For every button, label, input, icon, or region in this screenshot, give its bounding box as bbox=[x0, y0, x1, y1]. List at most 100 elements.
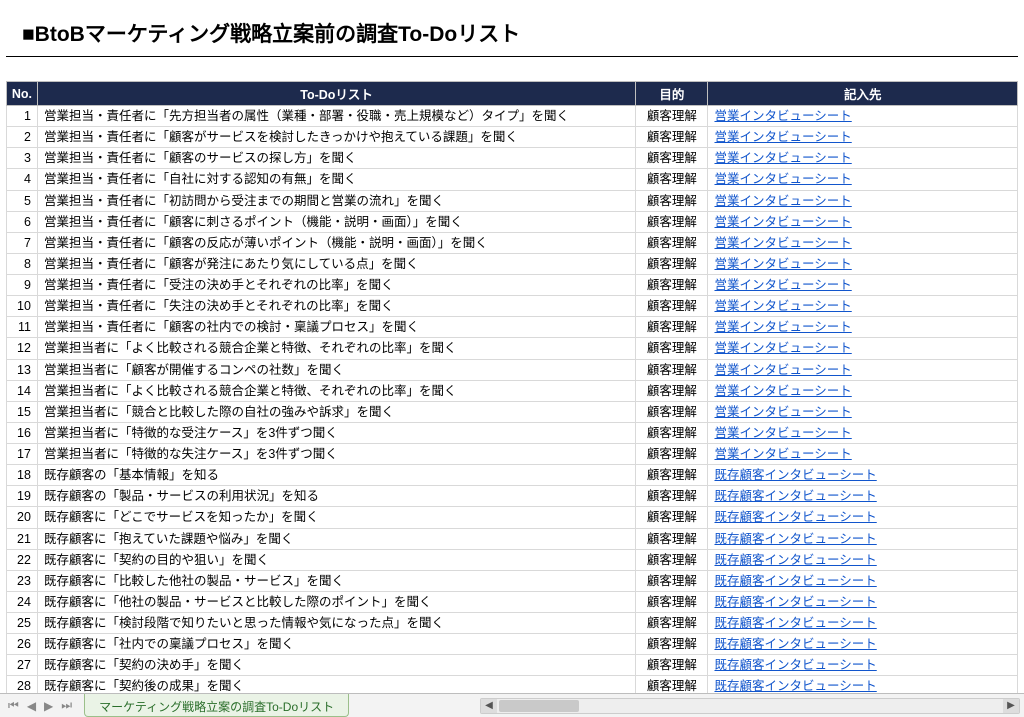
dest-link[interactable]: 既存顧客インタビューシート bbox=[714, 679, 876, 693]
table-row[interactable]: 18既存顧客の「基本情報」を知る顧客理解既存顧客インタビューシート bbox=[7, 465, 1018, 486]
cell-purpose: 顧客理解 bbox=[636, 507, 708, 528]
table-row[interactable]: 17営業担当者に「特徴的な失注ケース」を3件ずつ聞く顧客理解営業インタビューシー… bbox=[7, 444, 1018, 465]
table-row[interactable]: 9営業担当・責任者に「受注の決め手とそれぞれの比率」を聞く顧客理解営業インタビュ… bbox=[7, 275, 1018, 296]
hscroll-left-icon[interactable]: ◀ bbox=[481, 699, 497, 713]
dest-link[interactable]: 営業インタビューシート bbox=[714, 257, 851, 271]
cell-no: 21 bbox=[7, 528, 38, 549]
dest-link[interactable]: 既存顧客インタビューシート bbox=[714, 489, 876, 503]
table-row[interactable]: 4営業担当・責任者に「自社に対する認知の有無」を聞く顧客理解営業インタビューシー… bbox=[7, 169, 1018, 190]
table-row[interactable]: 22既存顧客に「契約の目的や狙い」を聞く顧客理解既存顧客インタビューシート bbox=[7, 549, 1018, 570]
dest-link[interactable]: 既存顧客インタビューシート bbox=[714, 574, 876, 588]
dest-link[interactable]: 既存顧客インタビューシート bbox=[714, 595, 876, 609]
tab-last-icon[interactable]: ⏭ bbox=[59, 698, 74, 713]
cell-purpose: 顧客理解 bbox=[636, 296, 708, 317]
table-row[interactable]: 8営業担当・責任者に「顧客が発注にあたり気にしている点」を聞く顧客理解営業インタ… bbox=[7, 253, 1018, 274]
cell-task: 既存顧客に「社内での稟議プロセス」を聞く bbox=[37, 634, 635, 655]
cell-task: 営業担当・責任者に「受注の決め手とそれぞれの比率」を聞く bbox=[37, 275, 635, 296]
cell-no: 25 bbox=[7, 613, 38, 634]
dest-link[interactable]: 既存顧客インタビューシート bbox=[714, 616, 876, 630]
cell-no: 19 bbox=[7, 486, 38, 507]
hscroll-right-icon[interactable]: ▶ bbox=[1003, 699, 1019, 713]
dest-link[interactable]: 既存顧客インタビューシート bbox=[714, 510, 876, 524]
dest-link[interactable]: 営業インタビューシート bbox=[714, 341, 851, 355]
table-row[interactable]: 27既存顧客に「契約の決め手」を聞く顧客理解既存顧客インタビューシート bbox=[7, 655, 1018, 676]
dest-link[interactable]: 営業インタビューシート bbox=[714, 278, 851, 292]
table-row[interactable]: 5営業担当・責任者に「初訪問から受注までの期間と営業の流れ」を聞く顧客理解営業イ… bbox=[7, 190, 1018, 211]
cell-dest: 営業インタビューシート bbox=[708, 275, 1018, 296]
dest-link[interactable]: 営業インタビューシート bbox=[714, 236, 851, 250]
dest-link[interactable]: 営業インタビューシート bbox=[714, 151, 851, 165]
cell-no: 22 bbox=[7, 549, 38, 570]
table-row[interactable]: 24既存顧客に「他社の製品・サービスと比較した際のポイント」を聞く顧客理解既存顧… bbox=[7, 591, 1018, 612]
table-row[interactable]: 13営業担当者に「顧客が開催するコンペの社数」を聞く顧客理解営業インタビューシー… bbox=[7, 359, 1018, 380]
cell-no: 4 bbox=[7, 169, 38, 190]
dest-link[interactable]: 営業インタビューシート bbox=[714, 384, 851, 398]
table-row[interactable]: 3営業担当・責任者に「顧客のサービスの探し方」を聞く顧客理解営業インタビューシー… bbox=[7, 148, 1018, 169]
table-row[interactable]: 12営業担当者に「よく比較される競合企業と特徴、それぞれの比率」を聞く顧客理解営… bbox=[7, 338, 1018, 359]
table-row[interactable]: 11営業担当・責任者に「顧客の社内での検討・稟議プロセス」を聞く顧客理解営業イン… bbox=[7, 317, 1018, 338]
cell-task: 営業担当者に「特徴的な失注ケース」を3件ずつ聞く bbox=[37, 444, 635, 465]
cell-task: 営業担当者に「よく比較される競合企業と特徴、それぞれの比率」を聞く bbox=[37, 380, 635, 401]
cell-purpose: 顧客理解 bbox=[636, 422, 708, 443]
cell-no: 16 bbox=[7, 422, 38, 443]
dest-link[interactable]: 既存顧客インタビューシート bbox=[714, 532, 876, 546]
sheet-tab-active[interactable]: マーケティング戦略立案の調査To-Doリスト bbox=[84, 694, 349, 717]
cell-no: 24 bbox=[7, 591, 38, 612]
cell-no: 7 bbox=[7, 232, 38, 253]
spreadsheet-page: ■BtoBマーケティング戦略立案前の調査To-Doリスト No. To-Doリス… bbox=[0, 0, 1024, 717]
dest-link[interactable]: 既存顧客インタビューシート bbox=[714, 637, 876, 651]
dest-link[interactable]: 既存顧客インタビューシート bbox=[714, 553, 876, 567]
table-row[interactable]: 15営業担当者に「競合と比較した際の自社の強みや訴求」を聞く顧客理解営業インタビ… bbox=[7, 401, 1018, 422]
cell-dest: 営業インタビューシート bbox=[708, 401, 1018, 422]
dest-link[interactable]: 営業インタビューシート bbox=[714, 109, 851, 123]
cell-no: 5 bbox=[7, 190, 38, 211]
dest-link[interactable]: 営業インタビューシート bbox=[714, 130, 851, 144]
table-row[interactable]: 2営業担当・責任者に「顧客がサービスを検討したきっかけや抱えている課題」を聞く顧… bbox=[7, 127, 1018, 148]
cell-purpose: 顧客理解 bbox=[636, 613, 708, 634]
dest-link[interactable]: 既存顧客インタビューシート bbox=[714, 658, 876, 672]
cell-task: 営業担当・責任者に「先方担当者の属性（業種・部署・役職・売上規模など）タイプ」を… bbox=[37, 106, 635, 127]
hscroll-thumb[interactable] bbox=[499, 700, 579, 712]
cell-dest: 既存顧客インタビューシート bbox=[708, 591, 1018, 612]
dest-link[interactable]: 営業インタビューシート bbox=[714, 447, 851, 461]
dest-link[interactable]: 営業インタビューシート bbox=[714, 405, 851, 419]
table-row[interactable]: 25既存顧客に「検討段階で知りたいと思った情報や気になった点」を聞く顧客理解既存… bbox=[7, 613, 1018, 634]
dest-link[interactable]: 営業インタビューシート bbox=[714, 426, 851, 440]
table-row[interactable]: 14営業担当者に「よく比較される競合企業と特徴、それぞれの比率」を聞く顧客理解営… bbox=[7, 380, 1018, 401]
cell-task: 営業担当者に「競合と比較した際の自社の強みや訴求」を聞く bbox=[37, 401, 635, 422]
dest-link[interactable]: 営業インタビューシート bbox=[714, 172, 851, 186]
horizontal-scrollbar[interactable]: ◀ ▶ bbox=[480, 698, 1020, 714]
sheet-tab-label: マーケティング戦略立案の調査To-Doリスト bbox=[99, 698, 334, 715]
cell-purpose: 顧客理解 bbox=[636, 253, 708, 274]
table-row[interactable]: 6営業担当・責任者に「顧客に刺さるポイント（機能・説明・画面）」を聞く顧客理解営… bbox=[7, 211, 1018, 232]
col-dest-header: 記入先 bbox=[708, 82, 1018, 106]
table-row[interactable]: 1営業担当・責任者に「先方担当者の属性（業種・部署・役職・売上規模など）タイプ」… bbox=[7, 106, 1018, 127]
dest-link[interactable]: 営業インタビューシート bbox=[714, 320, 851, 334]
cell-dest: 営業インタビューシート bbox=[708, 338, 1018, 359]
dest-link[interactable]: 既存顧客インタビューシート bbox=[714, 468, 876, 482]
tab-first-icon[interactable]: ⏮ bbox=[6, 698, 21, 713]
table-row[interactable]: 20既存顧客に「どこでサービスを知ったか」を聞く顧客理解既存顧客インタビューシー… bbox=[7, 507, 1018, 528]
tab-nav-buttons[interactable]: ⏮ ◀ ▶ ⏭ bbox=[0, 694, 80, 717]
cell-purpose: 顧客理解 bbox=[636, 275, 708, 296]
cell-dest: 営業インタビューシート bbox=[708, 444, 1018, 465]
table-row[interactable]: 19既存顧客の「製品・サービスの利用状況」を知る顧客理解既存顧客インタビューシー… bbox=[7, 486, 1018, 507]
tab-prev-icon[interactable]: ◀ bbox=[25, 699, 38, 713]
cell-purpose: 顧客理解 bbox=[636, 444, 708, 465]
table-row[interactable]: 26既存顧客に「社内での稟議プロセス」を聞く顧客理解既存顧客インタビューシート bbox=[7, 634, 1018, 655]
dest-link[interactable]: 営業インタビューシート bbox=[714, 299, 851, 313]
dest-link[interactable]: 営業インタビューシート bbox=[714, 194, 851, 208]
tab-next-icon[interactable]: ▶ bbox=[42, 699, 55, 713]
cell-dest: 営業インタビューシート bbox=[708, 211, 1018, 232]
cell-no: 2 bbox=[7, 127, 38, 148]
table-row[interactable]: 21既存顧客に「抱えていた課題や悩み」を聞く顧客理解既存顧客インタビューシート bbox=[7, 528, 1018, 549]
table-row[interactable]: 7営業担当・責任者に「顧客の反応が薄いポイント（機能・説明・画面）」を聞く顧客理… bbox=[7, 232, 1018, 253]
dest-link[interactable]: 営業インタビューシート bbox=[714, 215, 851, 229]
cell-dest: 既存顧客インタビューシート bbox=[708, 570, 1018, 591]
table-row[interactable]: 10営業担当・責任者に「失注の決め手とそれぞれの比率」を聞く顧客理解営業インタビ… bbox=[7, 296, 1018, 317]
cell-dest: 営業インタビューシート bbox=[708, 359, 1018, 380]
table-row[interactable]: 16営業担当者に「特徴的な受注ケース」を3件ずつ聞く顧客理解営業インタビューシー… bbox=[7, 422, 1018, 443]
cell-task: 営業担当者に「顧客が開催するコンペの社数」を聞く bbox=[37, 359, 635, 380]
dest-link[interactable]: 営業インタビューシート bbox=[714, 363, 851, 377]
table-row[interactable]: 23既存顧客に「比較した他社の製品・サービス」を聞く顧客理解既存顧客インタビュー… bbox=[7, 570, 1018, 591]
